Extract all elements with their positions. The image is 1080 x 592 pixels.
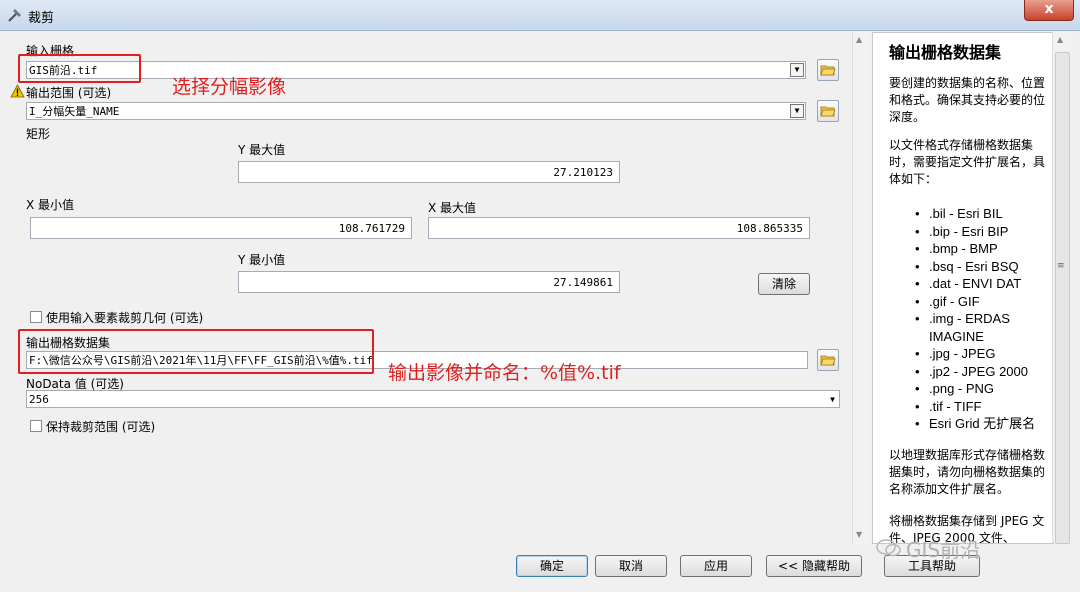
y-min-label: Y 最小值 xyxy=(238,253,286,267)
help-paragraph-2: 以文件格式存储栅格数据集时，需要指定文件扩展名，具体如下： xyxy=(889,138,1046,186)
keep-extent-checkbox[interactable] xyxy=(30,420,42,432)
use-geometry-label: 使用输入要素裁剪几何 (可选) xyxy=(46,311,204,325)
output-extent-combo[interactable]: I_分幅矢量_NAME ▼ xyxy=(26,102,806,120)
dropdown-arrow-icon[interactable]: ▼ xyxy=(790,63,804,77)
output-extent-label: 输出范围 (可选) xyxy=(26,86,112,100)
keep-extent-label: 保持裁剪范围 (可选) xyxy=(46,420,156,434)
format-item: .bmp - BMP xyxy=(889,240,1049,258)
y-max-field[interactable]: 27.210123 xyxy=(238,161,620,183)
highlight-input-raster xyxy=(18,54,141,83)
format-item: .tif - TIFF xyxy=(889,398,1049,416)
format-item: .bip - Esri BIP xyxy=(889,223,1049,241)
help-scroll-thumb[interactable] xyxy=(1055,52,1070,544)
input-raster-browse-button[interactable] xyxy=(817,59,839,81)
watermark-text: GIS前沿 xyxy=(906,538,981,562)
window-title: 裁剪 xyxy=(28,11,55,26)
format-item: .jp2 - JPEG 2000 xyxy=(889,363,1049,381)
scroll-up-icon[interactable]: ▲ xyxy=(1057,35,1063,44)
nodata-combo[interactable]: 256 ▼ xyxy=(26,390,840,408)
clear-button[interactable]: 清除 xyxy=(758,273,810,295)
warning-icon xyxy=(10,84,25,98)
open-folder-icon xyxy=(820,106,836,117)
ok-button[interactable]: 确定 xyxy=(516,555,588,577)
dropdown-arrow-icon[interactable]: ▼ xyxy=(790,104,804,118)
title-bar: 裁剪 x xyxy=(0,0,1080,31)
x-min-label: X 最小值 xyxy=(26,198,75,212)
help-title: 输出栅格数据集 xyxy=(889,43,1002,62)
annotation-output-name: 输出影像并命名：%值%.tif xyxy=(388,362,621,384)
output-extent-value: I_分幅矢量_NAME xyxy=(29,105,120,118)
input-raster-combo[interactable]: GIS前沿.tif ▼ xyxy=(26,61,806,79)
format-item: .bsq - Esri BSQ xyxy=(889,258,1049,276)
highlight-output-raster xyxy=(18,329,374,374)
dropdown-arrow-icon[interactable]: ▼ xyxy=(830,391,835,407)
help-paragraph-3: 以地理数据库形式存储栅格数据集时，请勿向栅格数据集的名称添加文件扩展名。 xyxy=(889,448,1046,496)
open-folder-icon xyxy=(820,65,836,76)
apply-button[interactable]: 应用 xyxy=(680,555,752,577)
hide-help-button[interactable]: << 隐藏帮助 xyxy=(766,555,862,577)
format-list: .bil - Esri BIL .bip - Esri BIP .bmp - B… xyxy=(889,205,1049,433)
scroll-up-icon[interactable]: ▲ xyxy=(856,35,862,44)
y-max-label: Y 最大值 xyxy=(238,143,286,157)
format-item: .gif - GIF xyxy=(889,293,1049,311)
help-scrollbar[interactable]: ▲ ≡ xyxy=(1052,32,1071,544)
output-extent-browse-button[interactable] xyxy=(817,100,839,122)
format-item: .jpg - JPEG xyxy=(889,345,1049,363)
open-folder-icon xyxy=(820,355,836,366)
wechat-watermark-icon xyxy=(876,539,901,557)
format-item: .dat - ENVI DAT xyxy=(889,275,1049,293)
x-max-field[interactable]: 108.865335 xyxy=(428,217,810,239)
close-button[interactable]: x xyxy=(1024,0,1074,21)
use-geometry-checkbox[interactable] xyxy=(30,311,42,323)
format-item: .img - ERDAS IMAGINE xyxy=(889,310,1049,345)
x-min-field[interactable]: 108.761729 xyxy=(30,217,412,239)
y-min-field[interactable]: 27.149861 xyxy=(238,271,620,293)
nodata-value: 256 xyxy=(29,393,49,406)
annotation-select-image: 选择分幅影像 xyxy=(172,76,287,98)
help-paragraph-1: 要创建的数据集的名称、位置和格式。确保其支持必要的位深度。 xyxy=(889,76,1046,124)
cancel-button[interactable]: 取消 xyxy=(595,555,667,577)
format-item: .bil - Esri BIL xyxy=(889,205,1049,223)
output-raster-browse-button[interactable] xyxy=(817,349,839,371)
rectangle-label: 矩形 xyxy=(26,127,51,141)
x-max-label: X 最大值 xyxy=(428,201,477,215)
scroll-grip-icon: ≡ xyxy=(1057,261,1065,271)
format-item: .png - PNG xyxy=(889,380,1049,398)
scroll-down-icon[interactable]: ▼ xyxy=(856,530,862,539)
help-panel: 输出栅格数据集 要创建的数据集的名称、位置和格式。确保其支持必要的位深度。 以文… xyxy=(872,32,1054,544)
clip-tool-icon xyxy=(8,9,21,22)
format-item: Esri Grid 无扩展名 xyxy=(889,415,1049,433)
parameters-scrollbar[interactable]: ▲ ▼ xyxy=(852,32,869,544)
